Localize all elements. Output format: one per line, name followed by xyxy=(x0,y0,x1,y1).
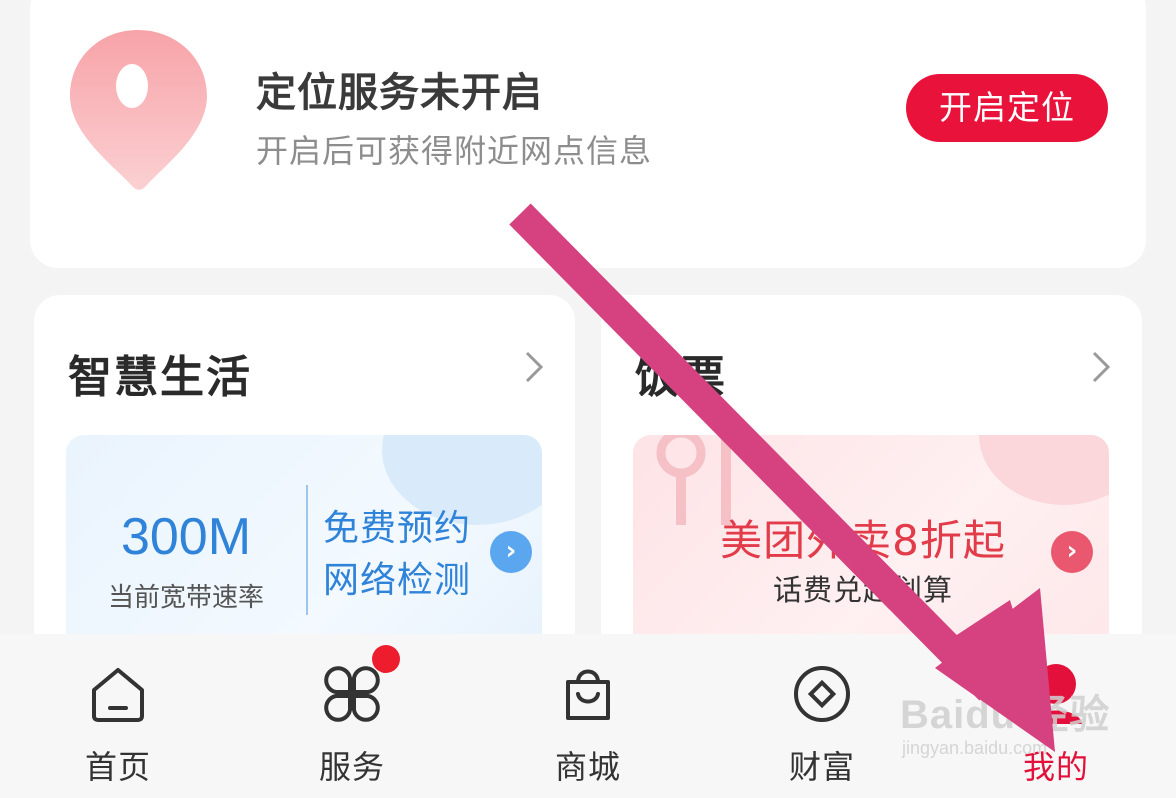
watermark-url: jingyan.baidu.com xyxy=(902,738,1048,758)
location-pin-icon xyxy=(70,30,207,190)
section-title-meal-ticket: 饭票 xyxy=(635,352,727,403)
wealth-coin-icon xyxy=(794,666,850,722)
notification-badge xyxy=(372,645,400,673)
nav-label-wealth: 财富 xyxy=(788,748,855,786)
decor-circle xyxy=(979,435,1109,505)
nav-item-services[interactable]: 服务 xyxy=(282,634,422,798)
cta-line-1: 免费预约 xyxy=(322,508,471,549)
enable-location-button[interactable]: 开启定位 xyxy=(906,74,1108,142)
cta-line-2: 网络检测 xyxy=(322,560,471,601)
location-subtitle: 开启后可获得附近网点信息 xyxy=(256,132,653,170)
chevron-right-icon[interactable] xyxy=(523,349,545,385)
nav-item-wealth[interactable]: 财富 xyxy=(752,634,892,798)
broadband-speed-label: 当前宽带速率 xyxy=(107,583,264,613)
meituan-headline: 美团外卖8折起 xyxy=(720,516,1006,565)
broadband-speed-value: 300M xyxy=(120,508,252,566)
meituan-subline: 话费兑起划算 xyxy=(772,573,953,607)
nav-item-home[interactable]: 首页 xyxy=(48,634,188,798)
shopping-bag-icon xyxy=(566,669,610,720)
baidu-watermark: Baidu 经验 jingyan.baidu.com xyxy=(900,672,1120,782)
chevron-right-icon[interactable] xyxy=(1090,349,1112,385)
location-title: 定位服务未开启 xyxy=(256,70,543,116)
home-icon xyxy=(92,668,144,722)
nav-item-mall[interactable]: 商城 xyxy=(518,634,658,798)
arrow-right-icon[interactable]: › xyxy=(490,531,532,573)
network-check-cta: 免费预约 网络检测 xyxy=(304,503,490,607)
watermark-brand: Baidu 经验 xyxy=(900,693,1111,737)
section-title-smart-life: 智慧生活 xyxy=(68,352,252,403)
nav-label-services: 服务 xyxy=(318,748,385,786)
services-grid-icon xyxy=(324,666,380,722)
nav-label-mall: 商城 xyxy=(554,748,621,786)
nav-label-home: 首页 xyxy=(84,748,151,786)
location-card: 定位服务未开启 开启后可获得附近网点信息 开启定位 xyxy=(30,0,1146,268)
arrow-right-icon[interactable]: › xyxy=(1051,531,1093,573)
